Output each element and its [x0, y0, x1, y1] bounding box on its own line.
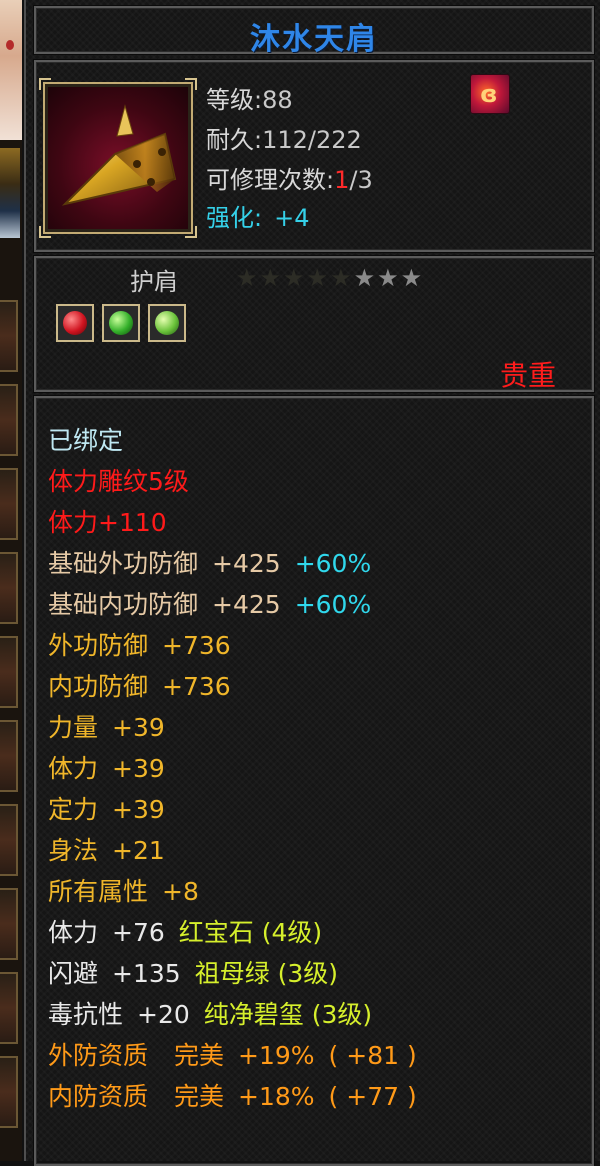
star-rating: ★★★★★★★★	[236, 264, 424, 292]
inventory-slot[interactable]	[0, 300, 18, 372]
base-internal-defense: 基础内功防御 +425 +60%	[48, 590, 372, 619]
agility-stat: 身法 +21	[48, 836, 165, 865]
vitality-stat: 体力 +39	[48, 754, 165, 783]
equipment-slot-icon[interactable]	[0, 148, 20, 238]
enhance-row: 强化: +4	[206, 204, 310, 232]
bound-status: 已绑定	[48, 426, 124, 455]
inventory-strip	[0, 0, 22, 1161]
inventory-slot[interactable]	[0, 720, 18, 792]
inventory-slot[interactable]	[0, 804, 18, 876]
all-attributes-stat: 所有属性 +8	[48, 877, 199, 906]
inventory-slot[interactable]	[0, 1056, 18, 1128]
inventory-slot[interactable]	[0, 888, 18, 960]
character-portrait[interactable]	[0, 0, 22, 140]
jade-gem-icon[interactable]	[148, 304, 186, 342]
gem-bonus-tourmaline: 毒抗性 +20 纯净碧玺 (3级)	[48, 1000, 373, 1029]
external-defense-quality: 外防资质 完美 +19%( +81 )	[48, 1041, 417, 1070]
internal-defense-quality: 内防资质 完美 +18%( +77 )	[48, 1082, 417, 1111]
repair-count-row: 可修理次数:1/3	[206, 166, 373, 194]
inventory-slot[interactable]	[0, 552, 18, 624]
vitality-bonus-line: 体力+110	[48, 508, 167, 537]
inventory-slot[interactable]	[0, 384, 18, 456]
gem-bonus-ruby: 体力 +76 红宝石 (4级)	[48, 918, 323, 947]
level-row: 等级:88	[206, 86, 293, 114]
internal-defense: 内功防御 +736	[48, 672, 231, 701]
engrave-line: 体力雕纹5级	[48, 467, 189, 496]
external-defense: 外功防御 +736	[48, 631, 231, 660]
item-name: 沐水天肩	[250, 22, 378, 57]
title-bar: 沐水天肩	[34, 6, 594, 57]
star-rating-filled: ★★★	[353, 264, 425, 292]
shoulder-armor-icon	[39, 78, 197, 238]
star-rating-empty: ★★★★★	[236, 264, 354, 292]
base-external-defense: 基础外功防御 +425 +60%	[48, 549, 372, 578]
item-tooltip: 沐水天肩 等级:88 耐久:112/222 可修理次数:1/3 强化: +4 ɞ…	[24, 0, 600, 1166]
inventory-slot[interactable]	[0, 972, 18, 1044]
emerald-gem-icon[interactable]	[102, 304, 140, 342]
ruby-gem-icon[interactable]	[56, 304, 94, 342]
gem-bonus-emerald: 闪避 +135 祖母绿 (3级)	[48, 959, 339, 988]
durability-row: 耐久:112/222	[206, 126, 362, 154]
inventory-slot[interactable]	[0, 468, 18, 540]
item-type: 护肩	[130, 268, 178, 296]
strength-stat: 力量 +39	[48, 713, 165, 742]
inventory-slot[interactable]	[0, 636, 18, 708]
fire-element-icon: ɞ	[470, 74, 510, 114]
focus-stat: 定力 +39	[48, 795, 165, 824]
rarity-label: 贵重	[500, 359, 557, 392]
